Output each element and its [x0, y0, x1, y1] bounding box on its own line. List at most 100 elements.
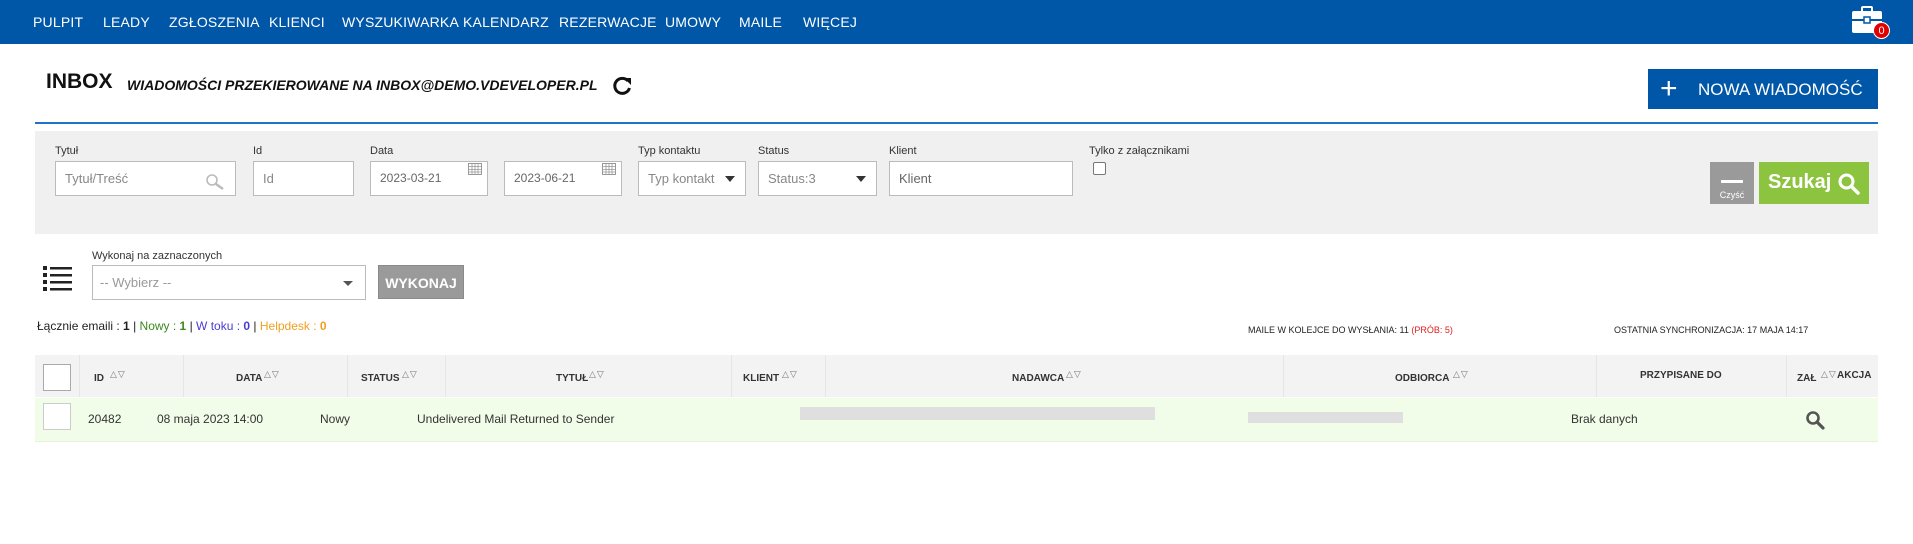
column-header-sender[interactable]: NADAWCA △▽ — [825, 355, 1283, 397]
nav-item-pulpit[interactable]: PULPIT — [33, 0, 83, 44]
table-header: ID △▽ DATA △▽ STATUS △▽ TYTUŁ △▽ KLIENT … — [35, 355, 1878, 397]
cell-status: Nowy — [320, 412, 351, 426]
date-filter-label: Data — [370, 145, 394, 157]
column-label: ZAŁ — [1797, 373, 1817, 384]
sort-arrows-icon[interactable]: △▽ — [589, 369, 605, 380]
column-label: PRZYPISANE DO — [1640, 370, 1722, 381]
new-count: 1 — [179, 319, 187, 333]
search-icon — [1838, 173, 1860, 195]
column-header-status[interactable]: STATUS △▽ — [347, 355, 445, 397]
client-input[interactable]: Klient — [889, 161, 1073, 196]
column-label: NADAWCA — [1012, 373, 1065, 384]
nav-item-wyszukiwarka[interactable]: WYSZUKIWARKA — [342, 0, 459, 44]
column-header-action: AKCJA — [1834, 355, 1878, 397]
sort-arrows-icon[interactable]: △▽ — [1453, 369, 1469, 380]
queue-label: MAILE W KOLEJCE DO WYSŁANIA: 11 — [1248, 325, 1412, 335]
status-value: Status:3 — [768, 171, 816, 186]
id-input[interactable]: Id — [253, 161, 354, 196]
nav-item-zgloszenia[interactable]: ZGŁOSZENIA — [169, 0, 260, 44]
column-label: TYTUŁ — [556, 373, 589, 384]
new-message-label: NOWA WIADOMOŚĆ — [1698, 80, 1863, 99]
sort-arrows-icon[interactable]: △▽ — [402, 369, 418, 380]
search-button-label: Szukaj — [1768, 171, 1832, 193]
nav-item-maile[interactable]: MAILE — [739, 0, 782, 44]
nav-item-wiecej[interactable]: WIĘCEJ — [803, 0, 857, 44]
column-label: ID — [94, 373, 104, 384]
top-navbar: PULPIT LEADY ZGŁOSZENIA KLIENCI WYSZUKIW… — [0, 0, 1913, 44]
column-label: STATUS — [361, 373, 400, 384]
calendar-icon[interactable] — [468, 163, 482, 175]
sender-redacted — [800, 407, 1155, 420]
header-divider — [35, 122, 1878, 124]
new-message-button[interactable]: + NOWA WIADOMOŚĆ — [1648, 69, 1878, 109]
row-select-checkbox[interactable] — [43, 403, 71, 430]
bulk-action-label: Wykonaj na zaznaczonych — [92, 250, 223, 262]
in-progress-label: W toku : — [196, 319, 244, 333]
search-button[interactable]: Szukaj — [1759, 162, 1869, 204]
status-filter-label: Status — [758, 145, 790, 157]
list-view-icon[interactable] — [42, 264, 74, 292]
chevron-down-icon — [856, 176, 866, 182]
attachments-only-checkbox[interactable] — [1093, 162, 1106, 175]
magnifier-icon[interactable] — [1805, 410, 1825, 430]
helpdesk-label: Helpdesk : — [259, 319, 320, 333]
nav-item-leady[interactable]: LEADY — [103, 0, 150, 44]
cell-assigned: Brak danych — [1571, 412, 1638, 426]
cell-title[interactable]: Undelivered Mail Returned to Sender — [417, 412, 614, 426]
column-label: AKCJA — [1837, 370, 1872, 381]
sort-arrows-icon[interactable]: △▽ — [782, 369, 798, 380]
contact-type-value: Typ kontakt — [648, 171, 715, 186]
status-select[interactable]: Status:3 — [758, 161, 877, 196]
cell-date: 08 maja 2023 14:00 — [157, 412, 264, 426]
toolbox-notifications-button[interactable]: 0 — [1851, 6, 1890, 39]
helpdesk-count: 0 — [319, 319, 327, 333]
total-count: 1 — [123, 319, 130, 333]
sort-arrows-icon[interactable]: △▽ — [264, 369, 280, 380]
nav-item-rezerwacje[interactable]: REZERWACJE — [559, 0, 657, 44]
chevron-down-icon — [725, 176, 735, 182]
column-label: ODBIORCA — [1395, 373, 1450, 384]
email-stats: Łącznie emaili : 1 | Nowy : 1 | W toku :… — [37, 319, 327, 333]
bulk-action-value: -- Wybierz -- — [100, 275, 172, 290]
column-header-title[interactable]: TYTUŁ △▽ — [445, 355, 731, 397]
calendar-icon[interactable] — [602, 163, 616, 175]
select-all-checkbox[interactable] — [43, 364, 71, 391]
attachments-only-label: Tylko z załącznikami — [1089, 145, 1190, 157]
clear-label: Czyść — [1719, 190, 1745, 200]
nav-item-klienci[interactable]: KLIENCI — [269, 0, 325, 44]
id-filter-label: Id — [253, 145, 263, 157]
queue-attempts: (PRÓB: 5) — [1411, 325, 1453, 335]
table-row[interactable]: 20482 08 maja 2023 14:00 Nowy Undelivere… — [35, 398, 1878, 442]
mail-queue-status: MAILE W KOLEJCE DO WYSŁANIA: 11 (PRÓB: 5… — [1248, 325, 1453, 335]
new-label: Nowy : — [139, 319, 180, 333]
notification-count-badge: 0 — [1873, 22, 1890, 39]
total-label: Łącznie emaili : — [37, 319, 124, 333]
clear-filters-button[interactable]: Czyść — [1710, 162, 1754, 204]
column-header-date[interactable]: DATA △▽ — [183, 355, 347, 397]
chevron-down-icon — [343, 281, 353, 286]
nav-item-umowy[interactable]: UMOWY — [665, 0, 721, 44]
contact-type-select[interactable]: Typ kontakt — [638, 161, 746, 196]
column-header-assigned: PRZYPISANE DO — [1596, 355, 1786, 397]
refresh-icon[interactable] — [611, 75, 633, 97]
search-icon — [206, 174, 224, 191]
column-label: KLIENT — [743, 373, 780, 384]
in-progress-count: 0 — [243, 319, 251, 333]
contact-type-label: Typ kontaktu — [638, 145, 701, 157]
column-header-client[interactable]: KLIENT △▽ — [731, 355, 825, 397]
nav-item-kalendarz[interactable]: KALENDARZ — [463, 0, 549, 44]
title-filter-label: Tytuł — [55, 145, 79, 157]
client-filter-label: Klient — [889, 145, 917, 157]
column-header-id[interactable]: ID △▽ — [79, 355, 183, 397]
column-label: DATA — [236, 373, 263, 384]
sort-arrows-icon[interactable]: △▽ — [110, 369, 126, 380]
execute-button[interactable]: WYKONAJ — [378, 265, 464, 299]
sort-arrows-icon[interactable]: △▽ — [1066, 369, 1082, 380]
minus-icon — [1721, 180, 1743, 183]
last-sync-status: OSTATNIA SYNCHRONIZACJA: 17 MAJA 14:17 — [1614, 325, 1809, 335]
column-header-recipient[interactable]: ODBIORCA △▽ — [1283, 355, 1596, 397]
cell-id: 20482 — [88, 412, 122, 426]
page-subtitle: WIADOMOŚCI PRZEKIEROWANE NA INBOX@DEMO.V… — [127, 77, 598, 93]
page-title: INBOX — [46, 70, 113, 93]
bulk-action-select[interactable]: -- Wybierz -- — [92, 265, 366, 300]
